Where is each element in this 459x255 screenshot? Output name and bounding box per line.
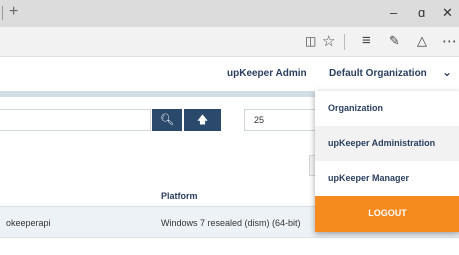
cell-name: okeeperapi: [6, 218, 51, 228]
menu-item-label: upKeeper Manager: [328, 173, 410, 183]
organization-selector[interactable]: Default Organization: [329, 68, 427, 79]
menu-item-label: Organization: [328, 103, 384, 113]
menu-item-upkeeper-administration[interactable]: upKeeper Administration: [315, 126, 459, 161]
search-button[interactable]: 🔍︎: [152, 109, 182, 131]
column-header-platform[interactable]: Platform: [161, 191, 198, 201]
menu-item-upkeeper-manager[interactable]: upKeeper Manager: [315, 161, 459, 196]
search-icon: 🔍︎: [160, 114, 174, 126]
logout-button[interactable]: LOGOUT: [315, 196, 459, 232]
browser-toolbar: ◫ ☆ ≡ ✎ △ ⋯: [0, 27, 459, 57]
tab-separator: [2, 6, 3, 20]
more-icon[interactable]: ⋯: [442, 32, 457, 50]
share-icon[interactable]: △: [417, 33, 427, 49]
app-header: upKeeper Admin Default Organization ⌄: [0, 57, 459, 91]
menu-item-organization[interactable]: Organization: [315, 91, 459, 126]
cell-platform: Windows 7 resealed (dism) (64-bit): [161, 218, 301, 228]
logout-label: LOGOUT: [368, 208, 407, 218]
hub-icon[interactable]: ≡: [362, 32, 371, 49]
web-note-icon[interactable]: ✎: [389, 33, 400, 49]
favorite-star-icon[interactable]: ☆: [322, 32, 335, 50]
search-input[interactable]: [0, 109, 151, 131]
page-size-select[interactable]: 25: [244, 109, 324, 131]
arrow-up-icon: 🡅: [196, 114, 209, 126]
restore-button[interactable]: ɑ: [418, 5, 425, 20]
new-tab-button[interactable]: +: [9, 3, 18, 21]
user-name[interactable]: upKeeper Admin: [227, 68, 307, 79]
browser-tab-strip: + – ɑ ✕: [0, 0, 459, 27]
reading-view-icon[interactable]: ◫: [305, 34, 316, 48]
chevron-down-icon[interactable]: ⌄: [442, 65, 452, 79]
organization-dropdown-menu: Organization upKeeper Administration upK…: [315, 91, 459, 232]
upload-button[interactable]: 🡅: [184, 109, 221, 131]
menu-item-label: upKeeper Administration: [328, 138, 436, 148]
toolbar-separator: [344, 34, 345, 50]
close-button[interactable]: ✕: [442, 5, 453, 21]
minimize-button[interactable]: –: [390, 5, 397, 20]
